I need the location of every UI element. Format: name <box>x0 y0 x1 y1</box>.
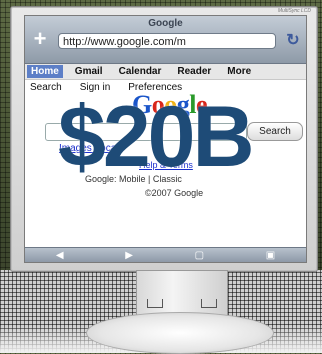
overlay-price-text: $20B <box>58 89 255 185</box>
back-arrow-icon[interactable]: ◀ <box>56 250 64 261</box>
tab-calendar[interactable]: Calendar <box>119 66 162 77</box>
add-bookmark-icon[interactable]: + <box>29 28 51 50</box>
tab-reader[interactable]: Reader <box>177 66 211 77</box>
pages-icon[interactable]: ▣ <box>266 250 275 261</box>
tab-gmail[interactable]: Gmail <box>75 66 103 77</box>
page-title: Google <box>148 18 183 29</box>
forward-arrow-icon[interactable]: ▶ <box>125 250 133 261</box>
search-button[interactable]: Search <box>247 122 303 141</box>
bookmarks-icon[interactable]: ▢ <box>195 250 204 261</box>
stand-slot <box>201 299 217 308</box>
reload-icon[interactable]: ↻ <box>283 31 303 51</box>
browser-titlebar: Google + http://www.google.com/m ↻ <box>25 16 306 64</box>
monitor-stand-base <box>86 312 274 354</box>
google-navbar: Home Gmail Calendar Reader More <box>25 64 306 80</box>
monitor-brand: MultiSync LCD <box>277 8 311 14</box>
tab-more[interactable]: More <box>227 66 251 77</box>
url-input[interactable]: http://www.google.com/m <box>58 33 276 49</box>
tab-home[interactable]: Home <box>27 65 63 78</box>
subnav-search-link[interactable]: Search <box>30 82 62 93</box>
stand-slot <box>147 299 163 308</box>
monitor-stand-neck <box>136 270 228 316</box>
browser-bottom-toolbar: ◀ ▶ ▢ ▣ <box>25 247 306 262</box>
copyright-text: ©2007 Google <box>145 188 204 198</box>
